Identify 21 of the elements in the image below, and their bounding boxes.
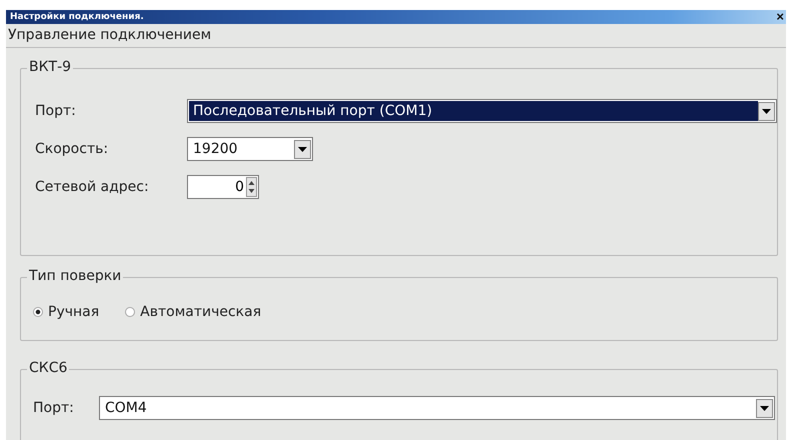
field-label: Сетевой адрес: xyxy=(35,179,150,195)
dropdown-value: COM4 xyxy=(104,399,148,418)
radio-label: Ручная xyxy=(48,304,100,320)
port-dropdown[interactable]: Последовательный порт (COM1) xyxy=(187,99,777,123)
radio-button[interactable] xyxy=(33,307,43,317)
port-dropdown[interactable]: COM4 xyxy=(99,396,775,420)
section-heading: Управление подключением xyxy=(6,24,786,48)
radio-option[interactable]: Ручная xyxy=(33,304,100,320)
spin-arrows-icon[interactable] xyxy=(246,177,257,197)
window-title: Настройки подключения. xyxy=(10,12,144,22)
field-label: Порт: xyxy=(35,103,77,119)
dropdown-value: Последовательный порт (COM1) xyxy=(189,101,758,121)
field-label: Скорость: xyxy=(35,141,110,157)
address-spinbox[interactable]: 0 xyxy=(187,175,259,199)
close-button[interactable]: × xyxy=(774,11,786,23)
dropdown-value: 19200 xyxy=(192,140,239,159)
field-label: Порт: xyxy=(33,400,75,416)
speed-dropdown[interactable]: 19200 xyxy=(187,137,313,161)
group-title: Тип поверки xyxy=(27,268,124,284)
radio-button[interactable] xyxy=(125,307,136,317)
spinbox-value: 0 xyxy=(234,179,245,195)
